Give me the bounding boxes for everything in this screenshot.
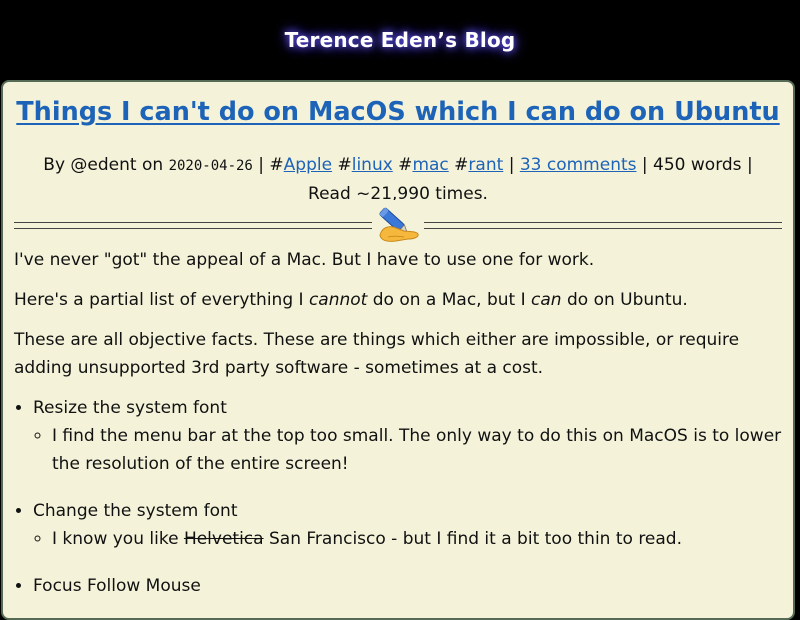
post-content: I've never "got" the appeal of a Mac. Bu…: [14, 246, 782, 600]
site-title-link[interactable]: Terence Eden’s Blog: [285, 28, 516, 52]
sub-list: I find the menu bar at the top too small…: [33, 422, 782, 478]
paragraph: I've never "got" the appeal of a Mac. Bu…: [14, 250, 595, 270]
sub-list: I know you like Helvetica San Francisco …: [33, 525, 782, 553]
post-title-link[interactable]: Things I can't do on MacOS which I can d…: [16, 97, 779, 127]
tag-link-rant[interactable]: rant: [468, 155, 503, 175]
tag-link-mac[interactable]: mac: [412, 155, 448, 175]
tag-link-linux[interactable]: linux: [352, 155, 393, 175]
comments-link[interactable]: 33 comments: [520, 155, 637, 175]
article: Things I can't do on MacOS which I can d…: [1, 80, 795, 620]
feature-list: Resize the system font I find the menu b…: [14, 394, 782, 600]
list-item-label: Resize the system font: [33, 398, 227, 418]
list-item: Resize the system font I find the menu b…: [33, 394, 782, 478]
meta-separator: |: [746, 155, 753, 175]
site-header: Terence Eden’s Blog: [0, 0, 800, 80]
writing-hand-icon: [372, 200, 424, 246]
sub-list-item: I know you like Helvetica San Francisco …: [52, 525, 782, 553]
list-item: Focus Follow Mouse: [33, 572, 782, 600]
list-item-label: Focus Follow Mouse: [33, 576, 201, 596]
post-date: 2020-04-26: [168, 158, 253, 174]
sub-list-item: I find the menu bar at the top too small…: [52, 422, 782, 478]
paragraph: Here's a partial list of everything I ca…: [14, 290, 688, 310]
paragraph: These are all objective facts. These are…: [14, 330, 740, 378]
post-title: Things I can't do on MacOS which I can d…: [14, 95, 782, 129]
author-label: By @edent on: [43, 155, 164, 175]
meta-separator: |: [508, 155, 515, 175]
tag-link-apple[interactable]: Apple: [284, 155, 332, 175]
word-count: 450 words: [653, 155, 742, 175]
list-item-label: Change the system font: [33, 501, 238, 521]
struck-text: Helvetica: [183, 529, 264, 549]
section-divider: [14, 200, 782, 246]
meta-separator: |: [258, 155, 264, 175]
list-item: Change the system font I know you like H…: [33, 497, 782, 553]
meta-separator: |: [641, 155, 648, 175]
